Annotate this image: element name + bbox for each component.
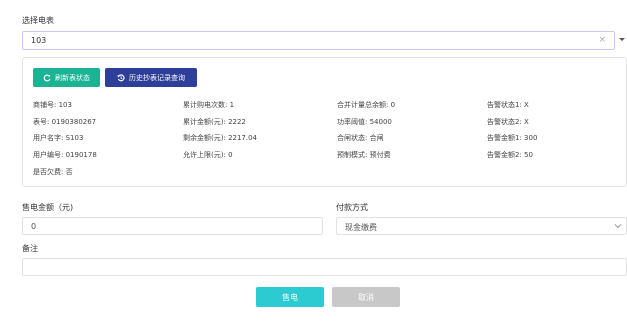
info-user-name: 用户名字: S103 (33, 134, 84, 142)
amount-value: 0 (31, 222, 37, 231)
meter-select-label: 选择电表 (22, 16, 54, 25)
info-alarm-status-1: 告警状态1: X (487, 101, 529, 109)
payment-method-value: 现金缴费 (345, 223, 377, 232)
info-alarm-amount-2: 告警金额2: 50 (487, 151, 533, 159)
info-alarm-status-2: 告警状态2: X (487, 118, 529, 126)
info-purchase-count: 累计购电次数: 1 (183, 101, 235, 109)
meter-select[interactable]: 103 × (22, 31, 615, 50)
info-shop-no: 商铺号: 103 (33, 101, 72, 109)
payment-method-select[interactable]: 现金缴费 (336, 217, 627, 235)
info-power-threshold: 功率阈值: 54000 (337, 118, 392, 126)
caret-down-icon[interactable] (619, 38, 625, 41)
info-arrears: 是否欠费: 否 (33, 168, 73, 176)
remark-input[interactable] (22, 258, 627, 276)
info-preset-mode: 预制模式: 预付费 (337, 151, 391, 159)
info-combined-balance: 合并计量总余额: 0 (337, 101, 396, 109)
amount-input[interactable]: 0 (22, 217, 323, 235)
clear-icon[interactable]: × (598, 35, 606, 45)
info-switch-status: 合闸状态: 合闸 (337, 134, 384, 142)
amount-label: 售电金额（元) (22, 203, 74, 212)
info-alarm-amount-1: 告警金额1: 300 (487, 134, 538, 142)
history-query-button[interactable]: 历史抄表记录查询 (105, 68, 197, 87)
info-user-id: 用户编号: 0190178 (33, 151, 97, 159)
history-query-label: 历史抄表记录查询 (129, 73, 185, 82)
sell-button[interactable]: 售电 (256, 287, 324, 307)
refresh-icon (43, 73, 51, 81)
info-allowed-limit: 允许上限(元): 0 (183, 151, 233, 159)
refresh-status-label: 刷新表状态 (55, 73, 90, 82)
payment-method-label: 付款方式 (336, 203, 368, 212)
chevron-down-icon (614, 224, 622, 229)
info-remaining-amount: 剩余金额(元): 2217.04 (183, 134, 258, 142)
meter-select-value: 103 (31, 36, 47, 45)
info-meter-no: 表号: 0190380267 (33, 118, 97, 126)
remark-label: 备注 (22, 244, 38, 253)
history-icon (117, 73, 125, 81)
refresh-status-button[interactable]: 刷新表状态 (33, 68, 100, 87)
info-total-amount: 累计金额(元): 2222 (183, 118, 246, 126)
cancel-button[interactable]: 取消 (332, 287, 400, 307)
